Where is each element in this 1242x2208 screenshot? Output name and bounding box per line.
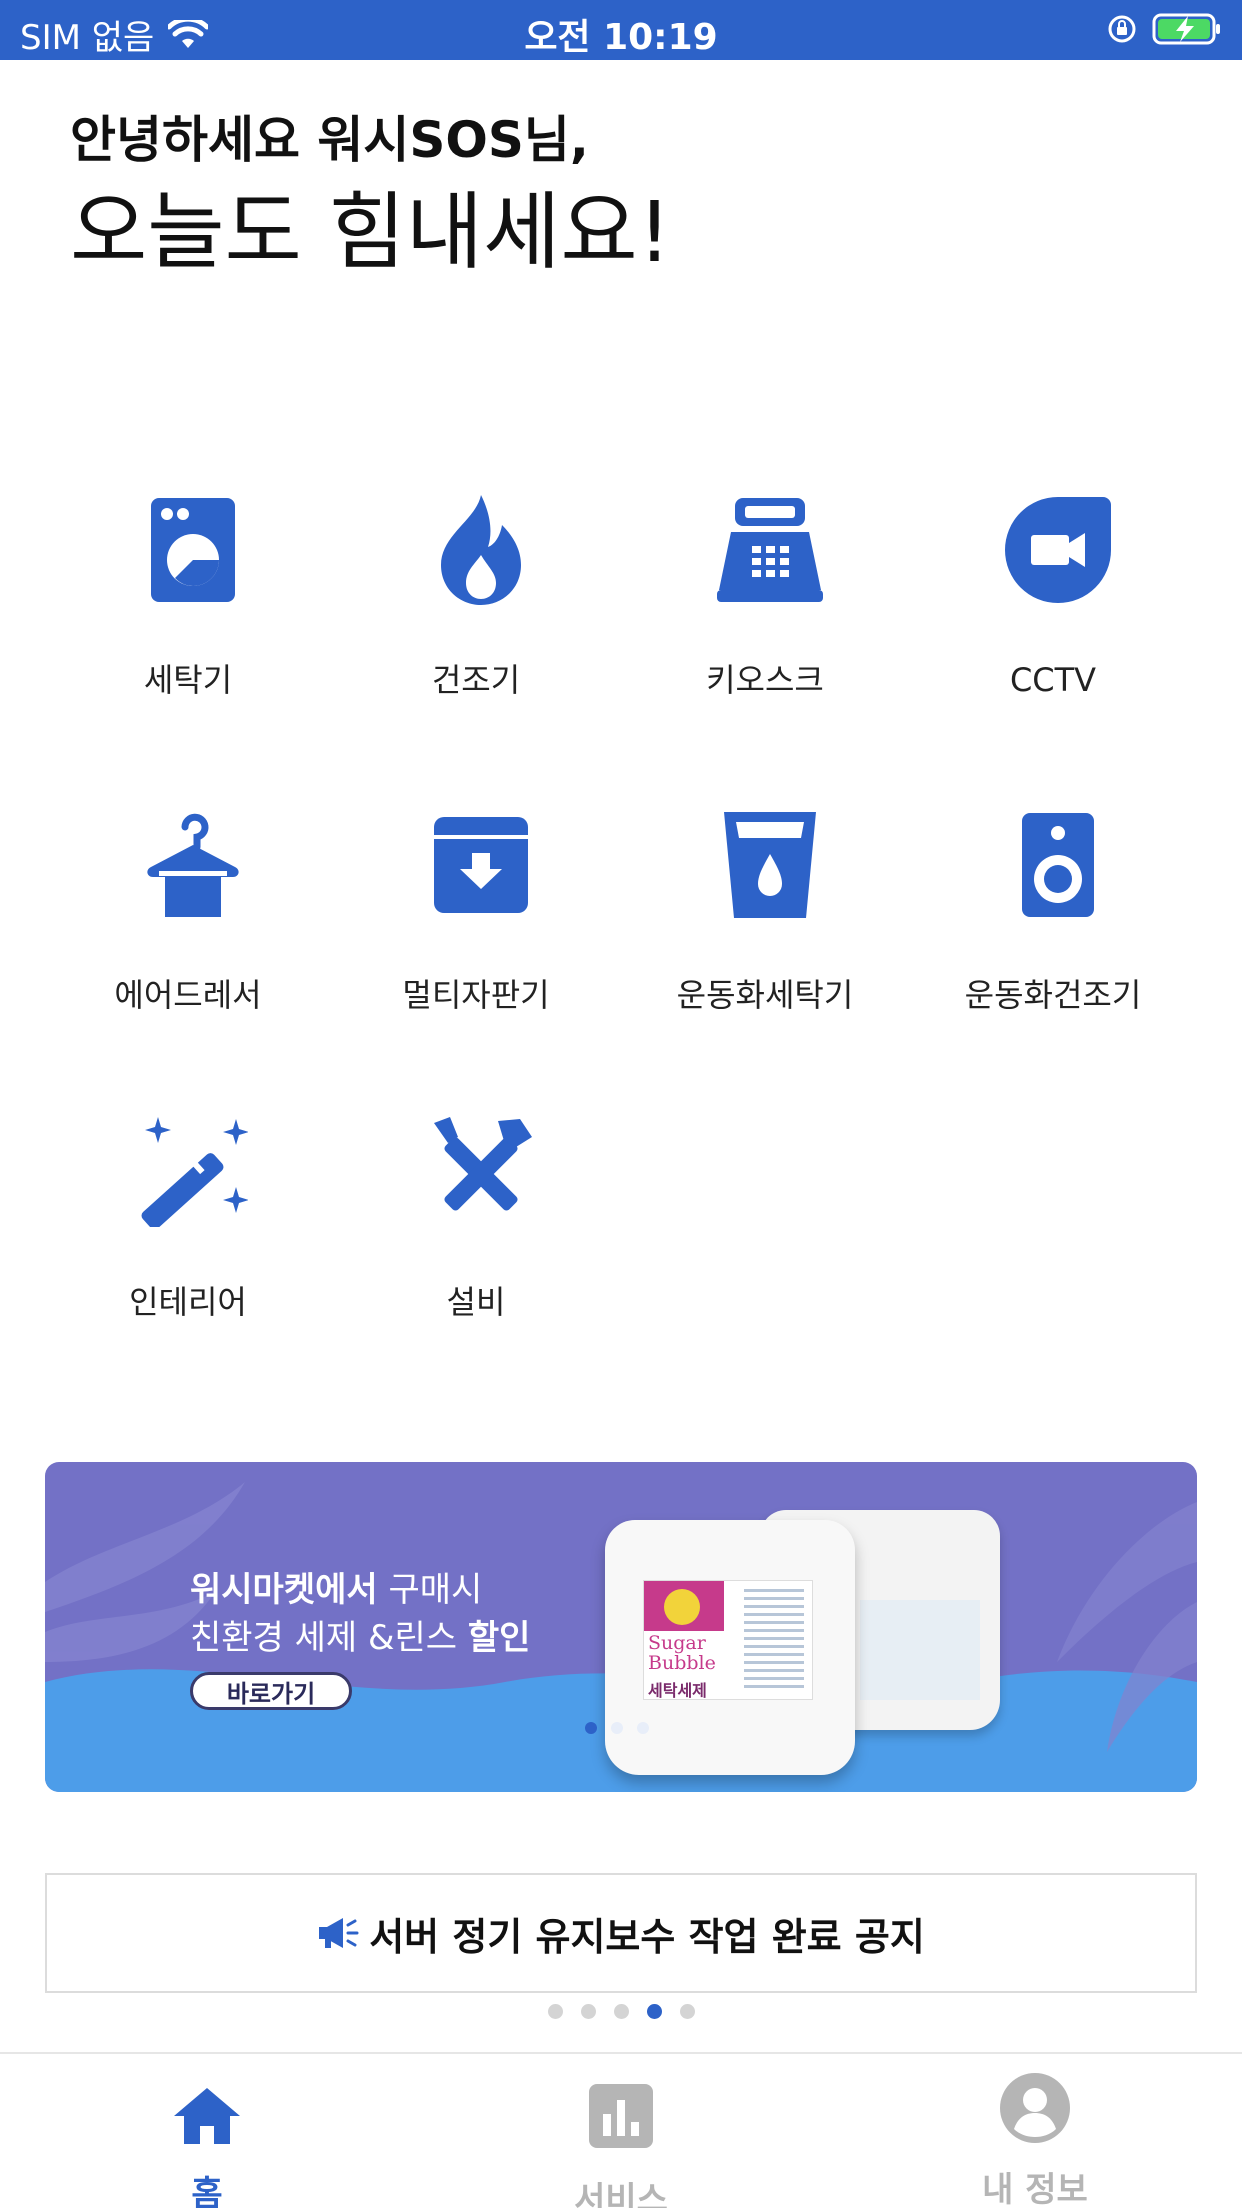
notice-pagination bbox=[0, 2004, 1242, 2019]
category-label: 세탁기 bbox=[143, 661, 233, 699]
magic-wand-icon bbox=[138, 1117, 248, 1227]
banner-text-line2: 친환경 세제 &린스 할인 bbox=[190, 1618, 531, 1658]
product-name-3: 세탁세제 bbox=[648, 1681, 707, 1700]
cup-drop-icon bbox=[715, 810, 825, 920]
category-label: 멀티자판기 bbox=[402, 976, 550, 1014]
product-jug-front: Sugar Bubble 세탁세제 bbox=[605, 1520, 855, 1775]
category-label: 운동화세탁기 bbox=[676, 976, 854, 1014]
product-name-1: Sugar bbox=[648, 1632, 706, 1654]
category-shoe-washer[interactable]: 운동화세탁기 bbox=[621, 810, 909, 1070]
tab-label: 홈 bbox=[191, 2174, 223, 2208]
category-interior[interactable]: 인테리어 bbox=[44, 1117, 332, 1377]
megaphone-icon bbox=[319, 1918, 359, 1948]
greeting-title: 안녕하세요 워시SOS님, bbox=[70, 111, 589, 169]
category-shoe-dryer[interactable]: 운동화건조기 bbox=[909, 810, 1197, 1070]
promo-banner[interactable]: 워시마켓에서 구매시 친환경 세제 &린스 할인 바로가기 Sugar Bubb… bbox=[45, 1462, 1197, 1792]
category-airdresser[interactable]: 에어드레서 bbox=[44, 810, 332, 1070]
pagination-dot[interactable] bbox=[547, 2004, 563, 2019]
pagination-dot[interactable] bbox=[613, 2004, 629, 2019]
tools-icon bbox=[426, 1117, 536, 1227]
notice-banner[interactable]: 서버 정기 유지보수 작업 완료 공지 bbox=[45, 1873, 1197, 1993]
product-label: Sugar Bubble 세탁세제 bbox=[643, 1580, 813, 1700]
banner-pagination bbox=[585, 1722, 649, 1734]
category-dryer[interactable]: 건조기 bbox=[332, 495, 620, 755]
tab-label: 내 정보 bbox=[982, 2170, 1088, 2208]
orientation-lock-icon bbox=[1108, 15, 1136, 43]
banner-shortcut-button[interactable]: 바로가기 bbox=[190, 1672, 352, 1710]
video-camera-icon bbox=[1003, 495, 1113, 605]
tab-services[interactable]: 서비스 bbox=[414, 2054, 828, 2208]
washing-machine-icon bbox=[138, 495, 248, 605]
pagination-dot[interactable] bbox=[679, 2004, 695, 2019]
product-name-2: Bubble bbox=[648, 1652, 716, 1674]
greeting-subtitle: 오늘도 힘내세요! bbox=[70, 183, 672, 281]
category-label: CCTV bbox=[1009, 661, 1097, 699]
archive-box-icon bbox=[426, 810, 536, 920]
category-label: 건조기 bbox=[431, 661, 521, 699]
home-icon bbox=[167, 2076, 247, 2156]
pagination-dot[interactable] bbox=[611, 1722, 623, 1734]
pagination-dot[interactable] bbox=[646, 2004, 662, 2019]
bar-chart-icon bbox=[581, 2076, 661, 2156]
category-label: 운동화건조기 bbox=[964, 976, 1142, 1014]
status-bar: SIM 없음 오전 10:19 bbox=[0, 0, 1242, 60]
category-vending[interactable]: 멀티자판기 bbox=[332, 810, 620, 1070]
notice-text: 서버 정기 유지보수 작업 완료 공지 bbox=[369, 1914, 925, 1959]
banner-text-line1: 워시마켓에서 구매시 bbox=[190, 1570, 483, 1610]
category-kiosk[interactable]: 키오스크 bbox=[621, 495, 909, 755]
category-washer[interactable]: 세탁기 bbox=[44, 495, 332, 755]
pagination-dot[interactable] bbox=[585, 1722, 597, 1734]
status-right bbox=[1106, 12, 1222, 46]
pagination-dot[interactable] bbox=[580, 2004, 596, 2019]
bottom-tab-bar: 홈 서비스 내 정보 bbox=[0, 2052, 1242, 2208]
pagination-dot[interactable] bbox=[637, 1722, 649, 1734]
category-label: 설비 bbox=[446, 1283, 506, 1321]
hanger-icon bbox=[138, 810, 248, 920]
status-time: 오전 10:19 bbox=[524, 17, 718, 58]
tab-home[interactable]: 홈 bbox=[0, 2054, 414, 2208]
battery-charging-icon bbox=[1152, 13, 1220, 45]
category-label: 에어드레서 bbox=[114, 976, 262, 1014]
kiosk-icon bbox=[715, 495, 825, 605]
category-label: 키오스크 bbox=[706, 661, 824, 699]
palm-leaf-decoration bbox=[1057, 1502, 1197, 1752]
category-cctv[interactable]: CCTV bbox=[909, 495, 1197, 755]
speaker-icon bbox=[1003, 810, 1113, 920]
flame-icon bbox=[426, 495, 536, 605]
category-equipment[interactable]: 설비 bbox=[332, 1117, 620, 1377]
tab-my-info[interactable]: 내 정보 bbox=[828, 2054, 1242, 2208]
tab-label: 서비스 bbox=[574, 2180, 668, 2208]
user-profile-icon bbox=[995, 2068, 1075, 2148]
category-label: 인테리어 bbox=[129, 1283, 247, 1321]
